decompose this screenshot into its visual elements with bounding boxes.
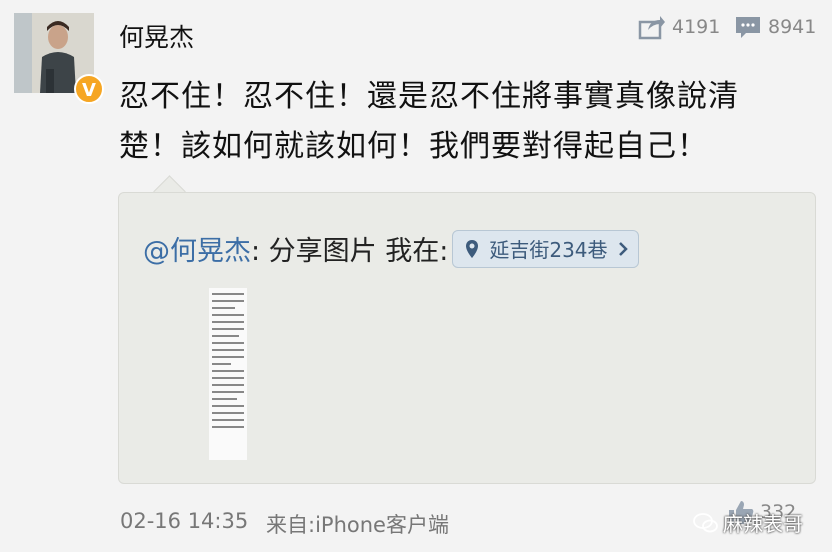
watermark: 麻辣表哥 bbox=[693, 508, 803, 537]
repost-text: : 分享图片 我在: bbox=[251, 236, 449, 267]
post-timestamp: 02-16 14:35 bbox=[120, 509, 249, 533]
wechat-icon bbox=[693, 512, 718, 532]
verified-badge-icon: V bbox=[74, 74, 104, 104]
chevron-right-icon bbox=[618, 241, 628, 256]
repost-count-button[interactable]: 4191 bbox=[638, 14, 720, 40]
repost-header: @何晃杰 : 分享图片 我在: 延吉街234巷 bbox=[143, 229, 639, 268]
comment-count-button[interactable]: 8941 bbox=[734, 14, 816, 40]
location-pin-icon bbox=[466, 239, 479, 258]
username[interactable]: 何晃杰 bbox=[119, 18, 194, 54]
mention-link[interactable]: @何晃杰 bbox=[143, 229, 251, 268]
post-source: 来自:iPhone客户端 bbox=[266, 513, 449, 537]
repost-card[interactable]: @何晃杰 : 分享图片 我在: 延吉街234巷 bbox=[118, 192, 816, 484]
watermark-text: 麻辣表哥 bbox=[723, 512, 803, 536]
comment-icon bbox=[736, 17, 760, 38]
post-text-line: 忍不住！忍不住！還是忍不住將事實真像說清 bbox=[119, 79, 739, 114]
location-chip[interactable]: 延吉街234巷 bbox=[452, 229, 639, 268]
repost-count: 4191 bbox=[672, 16, 721, 38]
image-thumbnail[interactable] bbox=[209, 288, 247, 460]
post-text-line: 楚！該如何就該如何！我們要對得起自己！ bbox=[119, 129, 708, 164]
comment-count: 8941 bbox=[768, 16, 817, 38]
location-label: 延吉街234巷 bbox=[489, 238, 608, 262]
post-text: 忍不住！忍不住！還是忍不住將事實真像說清 楚！該如何就該如何！我們要對得起自己！ bbox=[119, 72, 819, 172]
share-icon bbox=[638, 16, 665, 40]
